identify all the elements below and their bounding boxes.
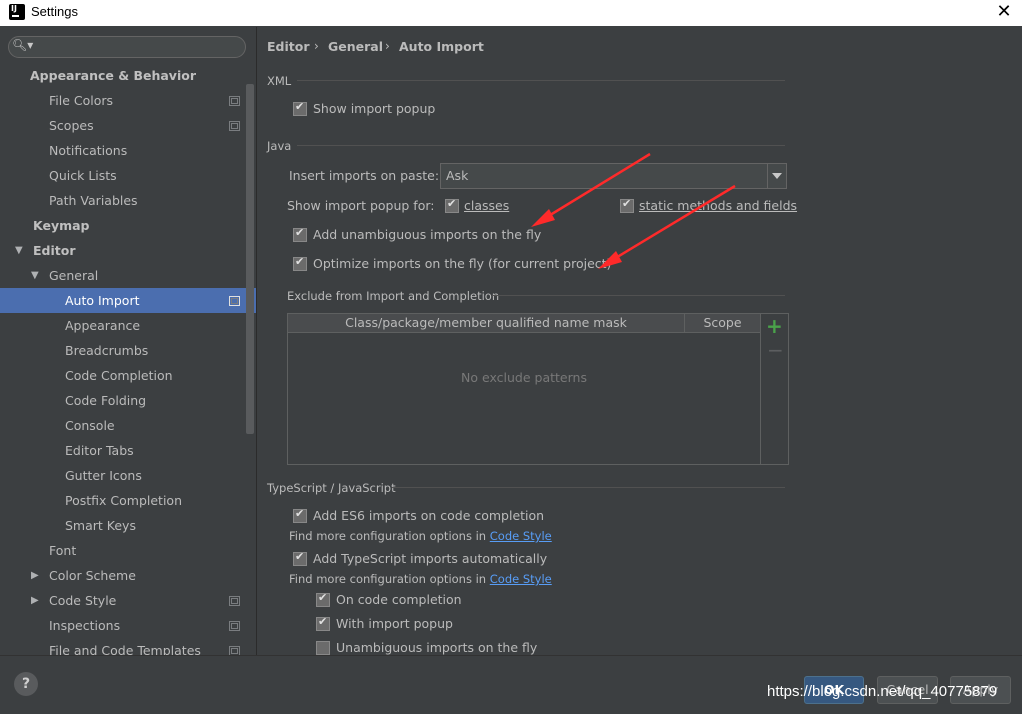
sidebar-item-label: Font bbox=[49, 543, 77, 558]
sidebar-item-label: Color Scheme bbox=[49, 568, 136, 583]
sidebar-item[interactable]: Font bbox=[0, 538, 246, 563]
search-icon: 🔍︎▾ bbox=[12, 38, 34, 52]
auto-import-panel: Editor › General › Auto Import XML Show … bbox=[257, 27, 1022, 655]
sidebar-item[interactable]: Auto Import bbox=[0, 288, 256, 313]
sidebar-item[interactable]: General ▼ bbox=[0, 263, 246, 288]
sidebar-item[interactable]: Code Folding bbox=[0, 388, 246, 413]
sidebar-item-label: Keymap bbox=[33, 218, 90, 233]
sidebar-item-label: Smart Keys bbox=[65, 518, 136, 533]
sidebar-item-label: Code Completion bbox=[65, 368, 173, 383]
annotation-arrow-2 bbox=[598, 184, 736, 269]
close-icon[interactable]: ✕ bbox=[990, 0, 1018, 26]
sidebar-item-label: Postfix Completion bbox=[65, 493, 182, 508]
sidebar-item-label: Gutter Icons bbox=[65, 468, 142, 483]
sidebar-item-label: Appearance bbox=[65, 318, 141, 333]
project-scope-icon bbox=[229, 121, 240, 131]
sidebar-item-label: Editor Tabs bbox=[65, 443, 134, 458]
sidebar-item[interactable]: Gutter Icons bbox=[0, 463, 246, 488]
project-scope-icon bbox=[229, 596, 240, 606]
sidebar-item-label: Appearance & Behavior bbox=[30, 68, 196, 83]
project-scope-icon bbox=[229, 296, 240, 306]
collapse-arrow-icon[interactable]: ▶ bbox=[31, 563, 39, 588]
sidebar-item[interactable]: Console bbox=[0, 413, 246, 438]
title-bar: Settings ✕ bbox=[0, 0, 1022, 26]
sidebar-item[interactable]: Smart Keys bbox=[0, 513, 246, 538]
annotation-arrows bbox=[531, 152, 736, 269]
sidebar-item[interactable]: Color Scheme ▶ bbox=[0, 563, 246, 588]
sidebar-item[interactable]: Editor Tabs bbox=[0, 438, 246, 463]
sidebar-item-label: Breadcrumbs bbox=[65, 343, 149, 358]
project-scope-icon bbox=[229, 621, 240, 631]
watermark-text: https://blog.csdn.net/qq_40775879 bbox=[767, 683, 998, 700]
sidebar-item[interactable]: Appearance bbox=[0, 313, 246, 338]
sidebar-item[interactable]: File Colors bbox=[0, 88, 246, 113]
settings-tree-panel: 🔍︎▾ Appearance & Behavior File Colors Scop… bbox=[0, 27, 256, 658]
sidebar-item-label: File Colors bbox=[49, 93, 114, 108]
search-input[interactable]: 🔍︎▾ bbox=[8, 36, 246, 58]
sidebar-item[interactable]: Appearance & Behavior bbox=[0, 63, 246, 88]
help-icon[interactable]: ? bbox=[14, 672, 38, 696]
intellij-app-icon bbox=[9, 4, 25, 20]
sidebar-item-label: Code Folding bbox=[65, 393, 147, 408]
sidebar-item-label: Editor bbox=[33, 243, 76, 258]
expand-arrow-icon[interactable]: ▼ bbox=[15, 238, 23, 263]
sidebar-item[interactable]: Notifications bbox=[0, 138, 246, 163]
project-scope-icon bbox=[229, 96, 240, 106]
sidebar-item[interactable]: Inspections bbox=[0, 613, 246, 638]
sidebar-item-label: Quick Lists bbox=[49, 168, 117, 183]
sidebar-item[interactable]: Code Style ▶ bbox=[0, 588, 246, 613]
sidebar-item-label: Path Variables bbox=[49, 193, 138, 208]
sidebar-item[interactable]: Keymap bbox=[0, 213, 246, 238]
sidebar-item-label: Auto Import bbox=[65, 293, 140, 308]
sidebar-item-label: Inspections bbox=[49, 618, 121, 633]
sidebar-item-label: Code Style bbox=[49, 593, 117, 608]
sidebar-item[interactable]: Editor ▼ bbox=[0, 238, 246, 263]
sidebar-item-label: Scopes bbox=[49, 118, 94, 133]
sidebar-item[interactable]: Breadcrumbs bbox=[0, 338, 246, 363]
sidebar-item[interactable]: Quick Lists bbox=[0, 163, 246, 188]
expand-arrow-icon[interactable]: ▼ bbox=[31, 263, 39, 288]
sidebar-scrollbar[interactable] bbox=[246, 84, 254, 434]
dialog-button-bar: ? OK Cancel Apply https://blog.csdn.net/… bbox=[0, 655, 1022, 714]
sidebar-item-label: Notifications bbox=[49, 143, 128, 158]
sidebar-item[interactable]: Path Variables bbox=[0, 188, 246, 213]
sidebar-item[interactable]: Code Completion bbox=[0, 363, 246, 388]
sidebar-item-label: General bbox=[49, 268, 99, 283]
annotation-arrow-1 bbox=[531, 152, 651, 227]
sidebar-item[interactable]: Postfix Completion bbox=[0, 488, 246, 513]
sidebar-item[interactable]: Scopes bbox=[0, 113, 246, 138]
collapse-arrow-icon[interactable]: ▶ bbox=[31, 588, 39, 613]
sidebar-item-label: Console bbox=[65, 418, 115, 433]
window-title: Settings bbox=[31, 4, 78, 19]
